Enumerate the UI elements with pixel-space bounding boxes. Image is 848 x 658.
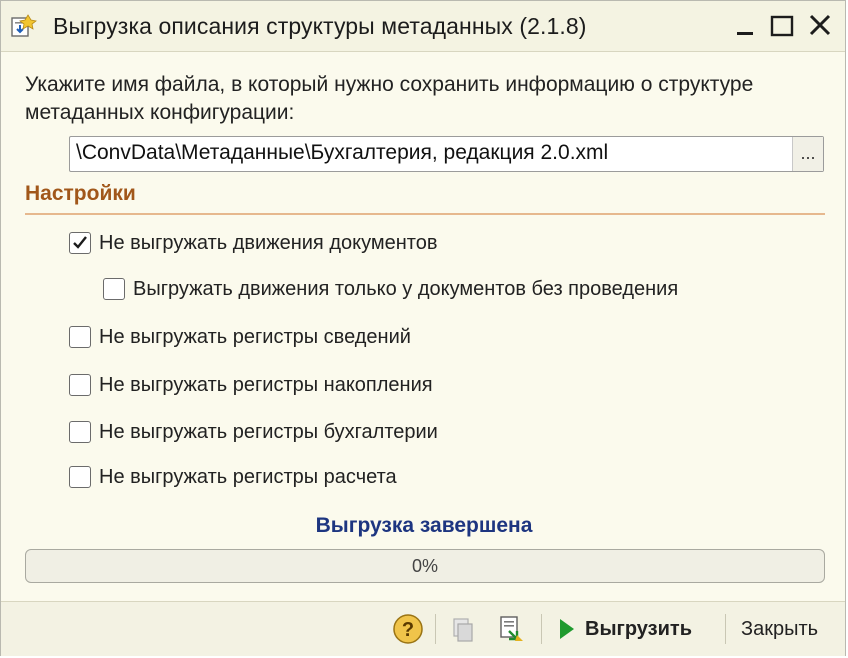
toolbar-separator	[435, 614, 436, 644]
checkmark-icon	[73, 236, 87, 249]
option-label: Не выгружать регистры накопления	[99, 373, 433, 396]
option-no-calculation-registers[interactable]: Не выгружать регистры расчета	[69, 463, 397, 491]
toolbar-separator	[725, 614, 726, 644]
file-path-value[interactable]: \ConvData\Метаданные\Бухгалтерия, редакц…	[76, 141, 608, 165]
file-prompt-text: Укажите имя файла, в который нужно сохра…	[25, 73, 754, 124]
export-button[interactable]: Выгрузить	[557, 612, 692, 646]
option-no-info-registers[interactable]: Не выгружать регистры сведений	[69, 323, 411, 351]
title-bar[interactable]: Выгрузка описания структуры метаданных (…	[1, 1, 845, 52]
option-no-document-movements[interactable]: Не выгружать движения документов	[69, 229, 437, 257]
maximize-button[interactable]	[765, 11, 799, 41]
minimize-button[interactable]	[729, 11, 763, 41]
window-title: Выгрузка описания структуры метаданных (…	[53, 13, 587, 39]
option-label: Не выгружать регистры бухгалтерии	[99, 420, 438, 443]
checkbox[interactable]	[69, 232, 91, 254]
option-movements-only-unposted[interactable]: Выгружать движения только у документов б…	[103, 275, 678, 303]
run-icon	[560, 619, 574, 639]
restore-settings-icon	[500, 616, 523, 641]
checkbox[interactable]	[69, 374, 91, 396]
checkbox[interactable]	[103, 278, 125, 300]
export-document-icon	[9, 13, 39, 39]
checkbox[interactable]	[69, 421, 91, 443]
export-metadata-dialog: Выгрузка описания структуры метаданных (…	[0, 0, 846, 656]
maximize-icon	[770, 15, 794, 37]
option-label: Выгружать движения только у документов б…	[133, 277, 679, 300]
progress-text: 0%	[411, 556, 438, 576]
settings-divider	[25, 213, 825, 215]
help-button[interactable]: ?	[392, 612, 424, 646]
restore-settings-button[interactable]	[495, 612, 527, 646]
toolbar-separator	[541, 614, 542, 644]
progress-bar: 0%	[25, 549, 825, 583]
checkbox[interactable]	[69, 326, 91, 348]
minimize-icon	[737, 32, 753, 35]
svg-text:?: ?	[402, 619, 414, 641]
file-path-input[interactable]: \ConvData\Метаданные\Бухгалтерия, редакц…	[69, 136, 824, 172]
dialog-footer: ? Выгрузить Закрыть	[1, 601, 845, 656]
option-no-accumulation-registers[interactable]: Не выгружать регистры накопления	[69, 371, 433, 399]
save-settings-icon	[453, 618, 473, 642]
save-settings-button[interactable]	[447, 612, 479, 646]
option-no-accounting-registers[interactable]: Не выгружать регистры бухгалтерии	[69, 418, 438, 446]
option-label: Не выгружать регистры сведений	[99, 325, 411, 348]
close-dialog-button[interactable]: Закрыть	[741, 612, 818, 646]
option-label: Не выгружать регистры расчета	[99, 465, 397, 488]
export-button-label: Выгрузить	[585, 617, 692, 640]
close-icon	[809, 14, 831, 36]
browse-button[interactable]: ...	[792, 137, 823, 171]
close-button-label: Закрыть	[741, 617, 819, 640]
export-status-text: Выгрузка завершена	[315, 514, 533, 537]
settings-section-title: Настройки	[25, 182, 136, 205]
help-icon: ?	[393, 614, 423, 644]
close-button[interactable]	[803, 11, 837, 41]
option-label: Не выгружать движения документов	[99, 231, 438, 254]
checkbox[interactable]	[69, 466, 91, 488]
